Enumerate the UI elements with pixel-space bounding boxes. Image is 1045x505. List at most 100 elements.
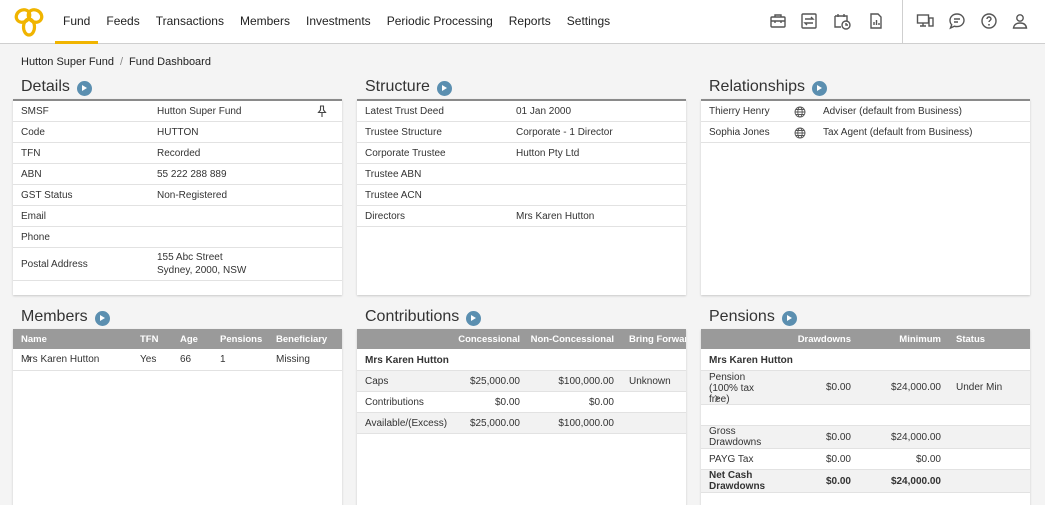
detail-value: Recorded <box>157 147 201 159</box>
help-icon[interactable] <box>980 12 998 30</box>
nav-transactions[interactable]: Transactions <box>148 0 232 44</box>
contrib-label: Available/(Excess) <box>365 418 448 429</box>
gross-drawdowns: $0.00 <box>825 432 851 443</box>
pensions-member-name: Mrs Karen Hutton <box>709 355 793 366</box>
detail-label: SMSF <box>21 105 49 117</box>
table-row: Gross Drawdowns $0.00 $24,000.00 <box>701 426 1030 449</box>
detail-value: Non-Registered <box>157 189 228 201</box>
member-name: Mrs Karen Hutton <box>21 354 100 365</box>
nav-investments[interactable]: Investments <box>298 0 379 44</box>
contrib-label: Contributions <box>365 397 424 408</box>
table-row: Available/(Excess) $25,000.00 $100,000.0… <box>357 413 686 434</box>
contributions-table-header: Concessional Non-Concessional Bring Forw… <box>357 329 686 349</box>
pension-drawdowns: $0.00 <box>825 382 851 393</box>
pension-label-2: (100% tax <box>709 383 755 394</box>
contributions-go-button[interactable] <box>466 310 482 326</box>
col-name[interactable]: Name <box>21 334 47 345</box>
col-tfn[interactable]: TFN <box>140 334 158 345</box>
breadcrumb-fund-link[interactable]: Hutton Super Fund <box>21 56 114 68</box>
pensions-card: Drawdowns Minimum Status Mrs Karen Hutto… <box>701 329 1030 505</box>
report-doc-icon[interactable] <box>867 12 885 30</box>
detail-value: HUTTON <box>157 126 199 138</box>
structure-value: 01 Jan 2000 <box>516 105 572 117</box>
top-navigation-bar: Fund Feeds Transactions Members Investme… <box>0 0 1045 44</box>
contributions-card: Concessional Non-Concessional Bring Forw… <box>357 329 686 505</box>
relationships-title-text: Relationships <box>709 78 806 95</box>
table-row[interactable]: Pension (100% tax free) $0.00 $24,000.00 U… <box>701 371 1030 405</box>
col-minimum[interactable]: Minimum <box>899 334 941 345</box>
contrib-non-concessional: $100,000.00 <box>558 418 614 429</box>
structure-card: Latest Trust Deed 01 Jan 2000 Trustee Str… <box>357 99 686 295</box>
pension-account-link[interactable]: Pension (100% tax free) <box>709 372 754 405</box>
details-row-postal: Postal Address 155 Abc Street Sydney, 200… <box>13 248 342 281</box>
pensions-member-row: Mrs Karen Hutton <box>701 349 1030 371</box>
breadcrumb-separator: / <box>119 56 124 68</box>
detail-label: Postal Address <box>21 258 88 270</box>
member-name-link[interactable]: Mrs Karen Hutton <box>21 354 99 365</box>
transfer-icon[interactable] <box>800 12 818 30</box>
payg-minimum: $0.00 <box>915 454 941 465</box>
contrib-non-concessional: $100,000.00 <box>558 376 614 387</box>
net-minimum: $24,000.00 <box>890 476 941 487</box>
gross-minimum: $24,000.00 <box>890 432 941 443</box>
briefcase-icon[interactable] <box>769 12 787 30</box>
structure-go-button[interactable] <box>436 80 452 96</box>
user-icon[interactable] <box>1011 12 1029 30</box>
col-pensions[interactable]: Pensions <box>220 334 262 345</box>
structure-label: Directors <box>365 210 406 222</box>
relationships-card: Thierry Henry Adviser (default from Busi… <box>701 99 1030 295</box>
structure-label: Trustee Structure <box>365 126 442 138</box>
members-table-header: Name TFN Age Pensions Beneficiary <box>13 329 342 349</box>
relationships-go-button[interactable] <box>812 80 828 96</box>
col-drawdowns[interactable]: Drawdowns <box>798 334 851 345</box>
details-row-abn: ABN 55 222 288 889 <box>13 164 342 185</box>
relationship-row[interactable]: Thierry Henry Adviser (default from Busi… <box>701 101 1030 122</box>
pin-icon[interactable] <box>317 105 327 118</box>
details-row-gst: GST Status Non-Registered <box>13 185 342 206</box>
detail-label: Code <box>21 126 45 138</box>
member-age: 66 <box>180 354 192 365</box>
col-status[interactable]: Status <box>956 334 985 345</box>
relationship-row[interactable]: Sophia Jones Tax Agent (default from Bus… <box>701 122 1030 143</box>
app-logo-icon[interactable] <box>13 6 45 38</box>
col-beneficiary[interactable]: Beneficiary <box>276 334 327 345</box>
devices-icon[interactable] <box>916 12 934 30</box>
members-go-button[interactable] <box>94 310 110 326</box>
relationship-role: Adviser (default from Business) <box>823 105 962 117</box>
details-title-text: Details <box>21 78 70 95</box>
pensions-go-button[interactable] <box>781 310 797 326</box>
table-row[interactable]: Mrs Karen Hutton Yes 66 1 Missing <box>13 349 342 371</box>
nav-feeds[interactable]: Feeds <box>98 0 147 44</box>
postal-line1: 155 Abc Street <box>157 252 223 263</box>
relationship-role: Tax Agent (default from Business) <box>823 126 973 138</box>
nav-fund[interactable]: Fund <box>55 0 99 44</box>
structure-row: Trustee ABN <box>357 164 686 185</box>
chat-icon[interactable] <box>948 12 966 30</box>
details-row-tfn: TFN Recorded <box>13 143 342 164</box>
table-row: PAYG Tax $0.00 $0.00 <box>701 449 1030 470</box>
details-go-button[interactable] <box>76 80 92 96</box>
col-non-concessional[interactable]: Non-Concessional <box>531 334 614 345</box>
pension-label-1: Pension <box>709 372 746 383</box>
net-drawdowns: $0.00 <box>825 476 851 487</box>
details-row-code: Code HUTTON <box>13 122 342 143</box>
structure-row: Directors Mrs Karen Hutton <box>357 206 686 227</box>
members-title: Members <box>21 308 110 326</box>
col-concessional[interactable]: Concessional <box>458 334 520 345</box>
pensions-table-header: Drawdowns Minimum Status <box>701 329 1030 349</box>
col-age[interactable]: Age <box>180 334 198 345</box>
calendar-clock-icon[interactable] <box>833 12 851 30</box>
structure-value: Mrs Karen Hutton <box>516 210 595 222</box>
nav-reports[interactable]: Reports <box>501 0 559 44</box>
nav-members[interactable]: Members <box>232 0 298 44</box>
members-card: Name TFN Age Pensions Beneficiary Mrs Ka… <box>13 329 342 505</box>
payg-drawdowns: $0.00 <box>825 454 851 465</box>
contributions-title: Contributions <box>365 308 482 326</box>
nav-settings[interactable]: Settings <box>559 0 618 44</box>
table-row: Net Cash Drawdowns $0.00 $24,000.00 <box>701 470 1030 493</box>
spacer-row <box>701 405 1030 426</box>
nav-periodic-processing[interactable]: Periodic Processing <box>379 0 501 44</box>
col-bring-forward[interactable]: Bring Forward <box>629 334 686 345</box>
contrib-label: Caps <box>365 376 389 387</box>
table-row: Contributions $0.00 $0.00 <box>357 392 686 413</box>
